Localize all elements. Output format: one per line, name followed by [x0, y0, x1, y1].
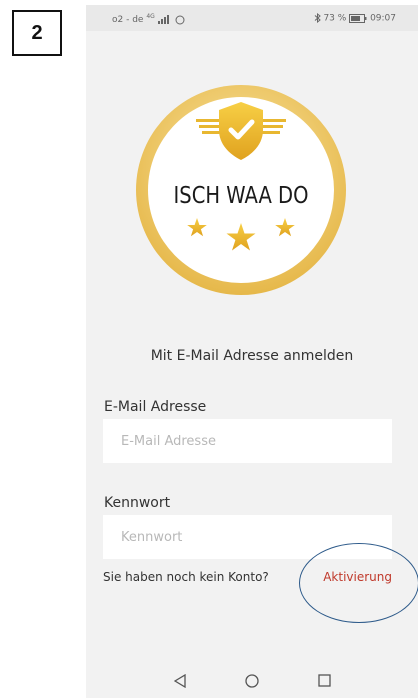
email-label: E-Mail Adresse [104, 399, 207, 415]
bluetooth-icon [314, 12, 321, 24]
no-account-text: Sie haben noch kein Konto? [103, 570, 269, 584]
home-button[interactable] [243, 672, 261, 690]
password-label: Kennwort [104, 495, 171, 511]
back-triangle-icon [174, 673, 186, 688]
step-number: 2 [31, 21, 43, 44]
status-bar: o2 - de 4G 73 % 09:07 [86, 5, 418, 31]
carrier-name: o2 - de [112, 15, 144, 25]
home-circle-icon [245, 673, 259, 688]
recents-square-icon [317, 674, 331, 687]
back-button[interactable] [171, 672, 189, 690]
battery-percent: 73 % [323, 13, 347, 24]
phone-screen: o2 - de 4G 73 % 09:07 ISCH WAA DO Mit E-… [86, 5, 418, 698]
highlight-ellipse [299, 543, 418, 623]
android-nav-bar [86, 663, 418, 698]
status-left: o2 - de 4G [112, 13, 185, 25]
app-logo: ISCH WAA DO [135, 84, 347, 296]
signal-icon [157, 15, 169, 24]
email-input[interactable] [103, 419, 392, 463]
status-right: 73 % 09:07 [314, 12, 396, 24]
login-heading: Mit E-Mail Adresse anmelden [150, 348, 354, 364]
step-number-box: 2 [12, 10, 62, 56]
recents-button[interactable] [315, 672, 333, 690]
app-title: ISCH WAA DO [173, 183, 309, 209]
battery-icon [349, 13, 367, 23]
clock: 09:07 [370, 13, 396, 24]
network-type: 4G [146, 13, 155, 20]
whatsapp-icon [175, 15, 185, 24]
